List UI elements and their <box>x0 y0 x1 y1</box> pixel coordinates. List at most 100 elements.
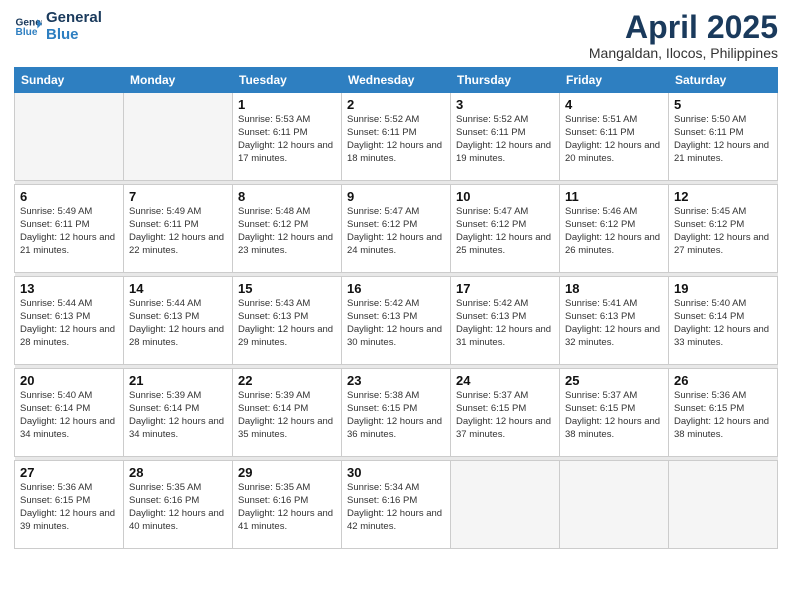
calendar-cell <box>451 461 560 549</box>
calendar-cell: 22 Sunrise: 5:39 AM Sunset: 6:14 PM Dayli… <box>233 369 342 457</box>
day-number: 8 <box>238 189 336 204</box>
day-info: Sunrise: 5:39 AM Sunset: 6:14 PM Dayligh… <box>238 390 336 441</box>
day-info: Sunrise: 5:52 AM Sunset: 6:11 PM Dayligh… <box>347 114 445 165</box>
day-info: Sunrise: 5:40 AM Sunset: 6:14 PM Dayligh… <box>20 390 118 441</box>
calendar-cell: 4Sunrise: 5:51 AM Sunset: 6:11 PM Daylig… <box>560 93 669 181</box>
day-info: Sunrise: 5:49 AM Sunset: 6:11 PM Dayligh… <box>20 206 118 257</box>
logo-blue: Blue <box>46 27 102 44</box>
day-number: 25 <box>565 373 663 388</box>
calendar-cell: 27 Sunrise: 5:36 AM Sunset: 6:15 PM Dayli… <box>15 461 124 549</box>
day-number: 12 <box>674 189 772 204</box>
day-info: Sunrise: 5:42 AM Sunset: 6:13 PM Dayligh… <box>456 298 554 349</box>
day-number: 9 <box>347 189 445 204</box>
calendar-cell <box>669 461 778 549</box>
day-number: 13 <box>20 281 118 296</box>
day-number: 6 <box>20 189 118 204</box>
calendar-week-row: 6 Sunrise: 5:49 AM Sunset: 6:11 PM Daylig… <box>15 185 778 273</box>
day-info: Sunrise: 5:37 AM Sunset: 6:15 PM Dayligh… <box>565 390 663 441</box>
day-info: Sunrise: 5:47 AM Sunset: 6:12 PM Dayligh… <box>456 206 554 257</box>
calendar-subtitle: Mangaldan, Ilocos, Philippines <box>589 45 778 61</box>
calendar-cell: 30 Sunrise: 5:34 AM Sunset: 6:16 PM Dayli… <box>342 461 451 549</box>
calendar-cell: 15Sunrise: 5:43 AM Sunset: 6:13 PM Dayli… <box>233 277 342 365</box>
day-number: 28 <box>129 465 227 480</box>
calendar-cell: 23 Sunrise: 5:38 AM Sunset: 6:15 PM Dayli… <box>342 369 451 457</box>
day-number: 24 <box>456 373 554 388</box>
svg-text:Blue: Blue <box>16 26 38 37</box>
day-of-week-header: Tuesday <box>233 68 342 93</box>
day-of-week-header: Wednesday <box>342 68 451 93</box>
day-info: Sunrise: 5:41 AM Sunset: 6:13 PM Dayligh… <box>565 298 663 349</box>
calendar-week-row: 27 Sunrise: 5:36 AM Sunset: 6:15 PM Dayli… <box>15 461 778 549</box>
day-number: 10 <box>456 189 554 204</box>
calendar-cell <box>124 93 233 181</box>
day-number: 11 <box>565 189 663 204</box>
day-info: Sunrise: 5:35 AM Sunset: 6:16 PM Dayligh… <box>129 482 227 533</box>
day-info: Sunrise: 5:52 AM Sunset: 6:11 PM Dayligh… <box>456 114 554 165</box>
day-number: 19 <box>674 281 772 296</box>
day-number: 3 <box>456 97 554 112</box>
calendar-cell: 18 Sunrise: 5:41 AM Sunset: 6:13 PM Dayli… <box>560 277 669 365</box>
calendar-cell: 26Sunrise: 5:36 AM Sunset: 6:15 PM Dayli… <box>669 369 778 457</box>
calendar-cell: 20 Sunrise: 5:40 AM Sunset: 6:14 PM Dayli… <box>15 369 124 457</box>
day-info: Sunrise: 5:44 AM Sunset: 6:13 PM Dayligh… <box>129 298 227 349</box>
calendar-cell: 21Sunrise: 5:39 AM Sunset: 6:14 PM Dayli… <box>124 369 233 457</box>
calendar-week-row: 20 Sunrise: 5:40 AM Sunset: 6:14 PM Dayli… <box>15 369 778 457</box>
calendar-cell: 25 Sunrise: 5:37 AM Sunset: 6:15 PM Dayli… <box>560 369 669 457</box>
calendar-cell: 6 Sunrise: 5:49 AM Sunset: 6:11 PM Daylig… <box>15 185 124 273</box>
logo: General Blue General Blue <box>14 10 102 43</box>
day-number: 21 <box>129 373 227 388</box>
day-info: Sunrise: 5:37 AM Sunset: 6:15 PM Dayligh… <box>456 390 554 441</box>
day-number: 4 <box>565 97 663 112</box>
day-number: 27 <box>20 465 118 480</box>
day-number: 22 <box>238 373 336 388</box>
calendar-week-row: 1Sunrise: 5:53 AM Sunset: 6:11 PM Daylig… <box>15 93 778 181</box>
day-info: Sunrise: 5:45 AM Sunset: 6:12 PM Dayligh… <box>674 206 772 257</box>
calendar-cell: 14 Sunrise: 5:44 AM Sunset: 6:13 PM Dayli… <box>124 277 233 365</box>
day-number: 20 <box>20 373 118 388</box>
day-info: Sunrise: 5:34 AM Sunset: 6:16 PM Dayligh… <box>347 482 445 533</box>
day-of-week-header: Monday <box>124 68 233 93</box>
day-number: 1 <box>238 97 336 112</box>
day-info: Sunrise: 5:48 AM Sunset: 6:12 PM Dayligh… <box>238 206 336 257</box>
calendar-cell: 16 Sunrise: 5:42 AM Sunset: 6:13 PM Dayli… <box>342 277 451 365</box>
day-number: 2 <box>347 97 445 112</box>
page: General Blue General Blue April 2025 Man… <box>0 0 792 612</box>
day-number: 30 <box>347 465 445 480</box>
calendar-cell: 9Sunrise: 5:47 AM Sunset: 6:12 PM Daylig… <box>342 185 451 273</box>
day-info: Sunrise: 5:36 AM Sunset: 6:15 PM Dayligh… <box>20 482 118 533</box>
day-info: Sunrise: 5:40 AM Sunset: 6:14 PM Dayligh… <box>674 298 772 349</box>
header: General Blue General Blue April 2025 Man… <box>14 10 778 61</box>
calendar-cell: 17Sunrise: 5:42 AM Sunset: 6:13 PM Dayli… <box>451 277 560 365</box>
day-number: 15 <box>238 281 336 296</box>
day-of-week-header: Thursday <box>451 68 560 93</box>
calendar-cell: 24 Sunrise: 5:37 AM Sunset: 6:15 PM Dayli… <box>451 369 560 457</box>
day-info: Sunrise: 5:44 AM Sunset: 6:13 PM Dayligh… <box>20 298 118 349</box>
title-block: April 2025 Mangaldan, Ilocos, Philippine… <box>589 10 778 61</box>
calendar-cell: 7Sunrise: 5:49 AM Sunset: 6:11 PM Daylig… <box>124 185 233 273</box>
calendar-cell: 3 Sunrise: 5:52 AM Sunset: 6:11 PM Daylig… <box>451 93 560 181</box>
day-info: Sunrise: 5:46 AM Sunset: 6:12 PM Dayligh… <box>565 206 663 257</box>
calendar-cell: 13 Sunrise: 5:44 AM Sunset: 6:13 PM Dayli… <box>15 277 124 365</box>
logo-general: General <box>46 10 102 27</box>
day-number: 18 <box>565 281 663 296</box>
day-number: 23 <box>347 373 445 388</box>
calendar-title: April 2025 <box>589 10 778 45</box>
calendar-cell <box>15 93 124 181</box>
calendar-cell: 12 Sunrise: 5:45 AM Sunset: 6:12 PM Dayli… <box>669 185 778 273</box>
day-number: 7 <box>129 189 227 204</box>
calendar-cell: 28 Sunrise: 5:35 AM Sunset: 6:16 PM Dayli… <box>124 461 233 549</box>
calendar-body: 1Sunrise: 5:53 AM Sunset: 6:11 PM Daylig… <box>15 93 778 549</box>
calendar-week-row: 13 Sunrise: 5:44 AM Sunset: 6:13 PM Dayli… <box>15 277 778 365</box>
day-number: 16 <box>347 281 445 296</box>
calendar-table: SundayMondayTuesdayWednesdayThursdayFrid… <box>14 67 778 549</box>
day-of-week-header: Friday <box>560 68 669 93</box>
calendar-cell: 2 Sunrise: 5:52 AM Sunset: 6:11 PM Daylig… <box>342 93 451 181</box>
day-info: Sunrise: 5:42 AM Sunset: 6:13 PM Dayligh… <box>347 298 445 349</box>
day-number: 14 <box>129 281 227 296</box>
calendar-cell: 29Sunrise: 5:35 AM Sunset: 6:16 PM Dayli… <box>233 461 342 549</box>
calendar-cell: 5Sunrise: 5:50 AM Sunset: 6:11 PM Daylig… <box>669 93 778 181</box>
day-info: Sunrise: 5:35 AM Sunset: 6:16 PM Dayligh… <box>238 482 336 533</box>
day-info: Sunrise: 5:38 AM Sunset: 6:15 PM Dayligh… <box>347 390 445 441</box>
day-of-week-header: Sunday <box>15 68 124 93</box>
day-number: 5 <box>674 97 772 112</box>
